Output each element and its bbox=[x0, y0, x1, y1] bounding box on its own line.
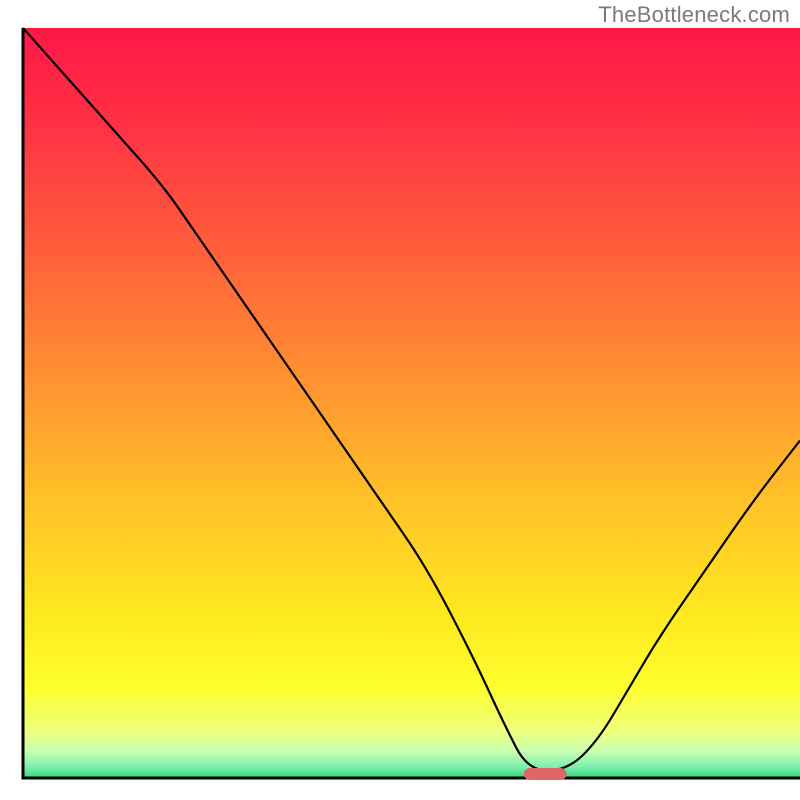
optimal-marker bbox=[524, 768, 567, 780]
bottleneck-chart bbox=[0, 0, 800, 800]
plot-area bbox=[23, 28, 800, 778]
